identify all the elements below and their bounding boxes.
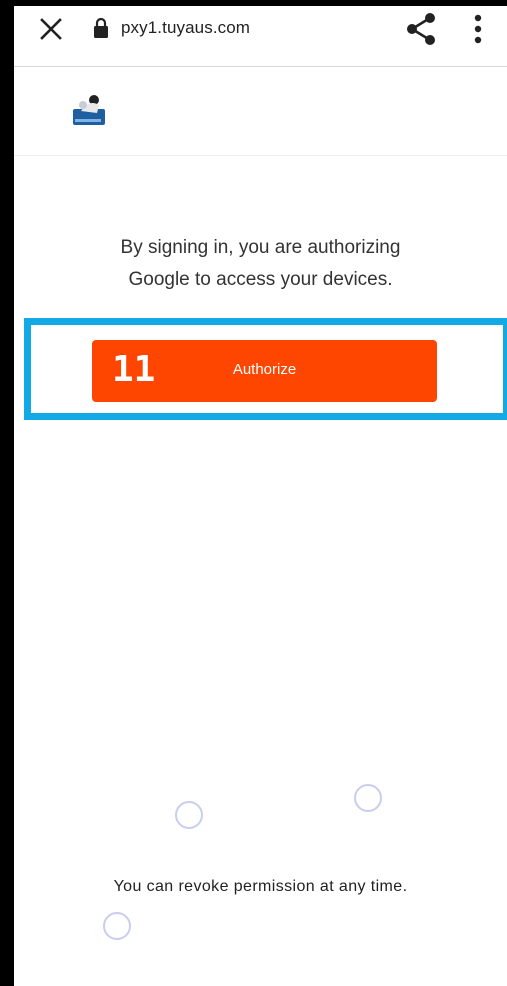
revoke-permission-note: You can revoke permission at any time. bbox=[113, 878, 408, 895]
share-icon[interactable] bbox=[406, 12, 436, 46]
status-strip bbox=[14, 0, 507, 6]
site-logo bbox=[73, 95, 105, 125]
authorization-message-line-1: By signing in, you are authorizing bbox=[120, 237, 401, 258]
authorization-message: By signing in, you are authorizing Googl… bbox=[14, 232, 507, 296]
loading-ring bbox=[354, 784, 382, 812]
page: pxy1.tuyaus.com By signing in, you are a… bbox=[14, 0, 507, 986]
close-icon[interactable] bbox=[38, 16, 64, 42]
loading-ring bbox=[103, 912, 131, 940]
annotation-number: 11 bbox=[112, 349, 156, 390]
loading-ring bbox=[175, 801, 203, 829]
lock-icon bbox=[94, 17, 108, 38]
site-header bbox=[14, 67, 507, 156]
more-vertical-icon[interactable] bbox=[470, 14, 486, 44]
url-text[interactable]: pxy1.tuyaus.com bbox=[121, 18, 250, 38]
browser-toolbar: pxy1.tuyaus.com bbox=[14, 0, 507, 67]
authorization-message-line-2: Google to access your devices. bbox=[128, 269, 393, 290]
